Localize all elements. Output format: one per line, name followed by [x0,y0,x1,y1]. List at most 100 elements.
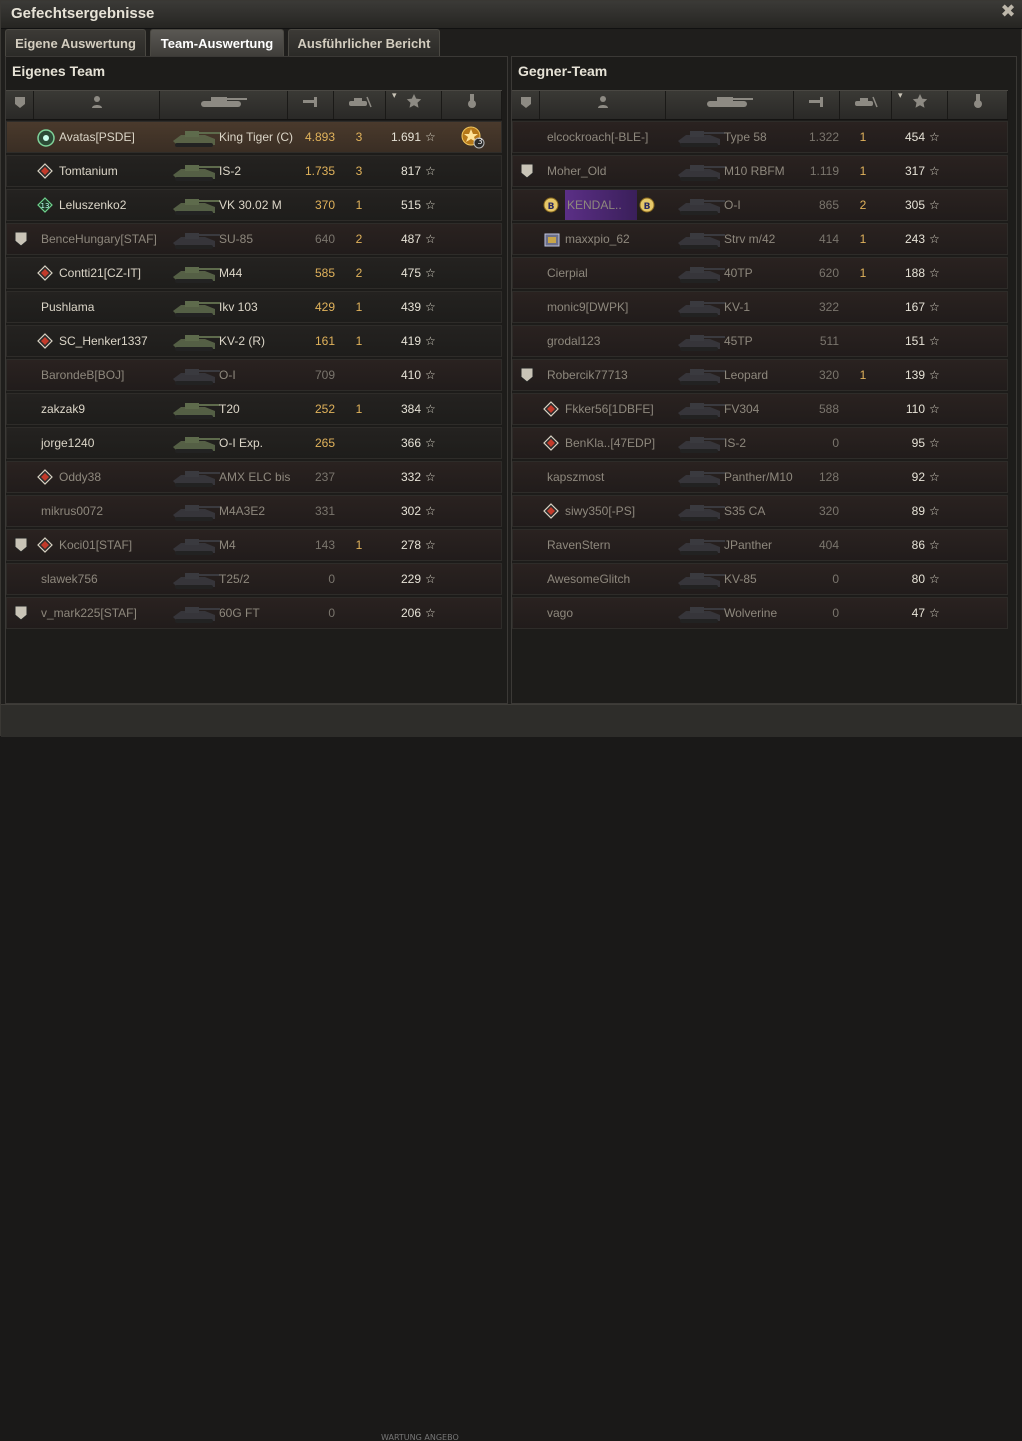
player-row[interactable]: slawek756 T25/2 0 229 ☆ [6,563,502,595]
xp-star-icon: ☆ [929,402,940,416]
column-header-kills-icon[interactable] [334,91,386,119]
damage-value: 709 [314,368,335,382]
player-row[interactable]: jorge1240 O-I Exp. 265 366 ☆ [6,427,502,459]
damage-value: 161 [314,334,335,348]
platoon-icon [14,605,30,621]
close-icon[interactable]: ✖ [999,3,1017,21]
xp-star-icon: ☆ [425,572,436,586]
player-row[interactable]: 13 Leluszenko2 VK 30.02 M 370 1 515 ☆ [6,189,502,221]
xp-star-icon: ☆ [929,538,940,552]
b-coin-badge-icon: B [543,197,559,213]
kills-value: 1 [859,266,867,280]
diamond-badge-icon [37,333,53,349]
kills-icon [347,91,373,119]
column-header-damage-icon[interactable] [288,91,334,119]
xp-value: 410 [400,368,421,382]
column-header-damage-icon[interactable] [794,91,840,119]
player-row[interactable]: BarondeB[BOJ] O-I 709 410 ☆ [6,359,502,391]
damage-value: 252 [314,402,335,416]
diamond-badge-icon [37,265,53,281]
tank-image-icon [676,159,726,183]
column-header-tank-icon[interactable] [666,91,794,119]
xp-star-icon: ☆ [929,198,940,212]
player-row[interactable]: Oddy38 AMX ELC bis 237 332 ☆ [6,461,502,493]
player-row[interactable]: elcockroach[-BLE-] Type 58 1.322 1 454 ☆ [512,121,1008,153]
xp-icon [912,91,928,119]
damage-value: 404 [818,538,839,552]
xp-value: 366 [400,436,421,450]
column-header-player-icon[interactable] [540,91,666,119]
player-row[interactable]: siwy350[-PS] S35 CA 320 89 ☆ [512,495,1008,527]
player-row[interactable]: kapszmost Panther/M10 128 92 ☆ [512,461,1008,493]
xp-value: 92 [911,470,925,484]
player-row[interactable]: maxxpio_62 Strv m/42 414 1 243 ☆ [512,223,1008,255]
medal-badge-icon[interactable]: 3 [459,125,485,149]
player-row[interactable]: Tomtanium IS-2 1.735 3 817 ☆ [6,155,502,187]
xp-value: 243 [904,232,925,246]
kills-value: 1 [355,402,363,416]
player-row[interactable]: Moher_Old M10 RBFM 1.119 1 317 ☆ [512,155,1008,187]
xp-value: 139 [904,368,925,382]
diamond-badge-icon [37,537,53,553]
xp-star-icon: ☆ [929,572,940,586]
xp-value: 278 [400,538,421,552]
player-row[interactable]: AwesomeGlitch KV-85 0 80 ☆ [512,563,1008,595]
kills-value: 1 [355,538,363,552]
player-row[interactable]: Pushlama Ikv 103 429 1 439 ☆ [6,291,502,323]
column-header-tank-icon[interactable] [160,91,288,119]
damage-icon [808,91,826,119]
own-team-title: Eigenes Team [12,63,106,79]
player-row[interactable]: mikrus0072 M4A3E2 331 302 ☆ [6,495,502,527]
tab-ausfuehrlicher-bericht[interactable]: Ausführlicher Bericht [288,29,440,56]
xp-star-icon: ☆ [929,334,940,348]
player-row[interactable]: Cierpial 40TP 620 1 188 ☆ [512,257,1008,289]
tank-image-icon [171,431,221,455]
tab-eigene-auswertung[interactable]: Eigene Auswertung [5,29,146,56]
player-row[interactable]: vago Wolverine 0 47 ☆ [512,597,1008,629]
diamond-badge-icon [37,469,53,485]
player-row[interactable]: BenKla..[47EDP] IS-2 0 95 ☆ [512,427,1008,459]
column-header-medal-icon[interactable] [442,91,502,119]
xp-star-icon: ☆ [425,504,436,518]
player-icon [90,91,104,119]
column-header-xp-icon[interactable]: ▾ [386,91,442,119]
diamond-badge-icon [543,401,559,417]
column-header-platoon-icon[interactable] [6,91,34,119]
damage-value: 0 [832,572,839,586]
player-row[interactable]: SC_Henker1337 KV-2 (R) 161 1 419 ☆ [6,325,502,357]
damage-value: 0 [328,572,335,586]
xp-value: 80 [911,572,925,586]
player-row[interactable]: v_mark225[STAF] 60G FT 0 206 ☆ [6,597,502,629]
tab-team-auswertung[interactable]: Team-Auswertung [150,29,284,56]
column-header-kills-icon[interactable] [840,91,892,119]
xp-star-icon: ☆ [425,606,436,620]
damage-value: 128 [818,470,839,484]
damage-value: 1.119 [809,164,839,178]
player-row[interactable]: BenceHungary[STAF] SU-85 640 2 487 ☆ [6,223,502,255]
player-row[interactable]: Contti21[CZ-IT] M44 585 2 475 ☆ [6,257,502,289]
player-row[interactable]: Koci01[STAF] M4 143 1 278 ☆ [6,529,502,561]
diamond-badge-icon [543,503,559,519]
player-row[interactable]: RavenStern JPanther 404 86 ☆ [512,529,1008,561]
column-header-medal-icon[interactable] [948,91,1008,119]
battle-results-window: Gefechtsergebnisse ✖ Eigene Auswertung T… [0,0,1022,1441]
kills-value [349,360,369,390]
player-row[interactable]: Robercik77713 Leopard 320 1 139 ☆ [512,359,1008,391]
player-row[interactable]: Fkker56[1DBFE] FV304 588 110 ☆ [512,393,1008,425]
xp-star-icon: ☆ [425,300,436,314]
player-row[interactable]: monic9[DWPK] KV-1 322 167 ☆ [512,291,1008,323]
column-header-xp-icon[interactable]: ▾ [892,91,948,119]
player-row[interactable]: B KENDAL.. B O-I 865 2 305 ☆ [512,189,1008,221]
column-header-platoon-icon[interactable] [512,91,540,119]
xp-value: 229 [400,572,421,586]
column-header-player-icon[interactable] [34,91,160,119]
xp-star-icon: ☆ [425,130,436,144]
kills-value: 2 [355,266,363,280]
player-row[interactable]: grodal123 45TP 511 151 ☆ [512,325,1008,357]
player-row[interactable]: Avatas[PSDE] King Tiger (C) 4.893 3 1.691 ☆ 3 [6,121,502,153]
xp-star-icon: ☆ [425,266,436,280]
sort-arrow-icon: ▾ [392,91,397,101]
damage-value: 265 [314,436,335,450]
player-row[interactable]: zakzak9 T20 252 1 384 ☆ [6,393,502,425]
medal-count: 3 [477,137,483,146]
